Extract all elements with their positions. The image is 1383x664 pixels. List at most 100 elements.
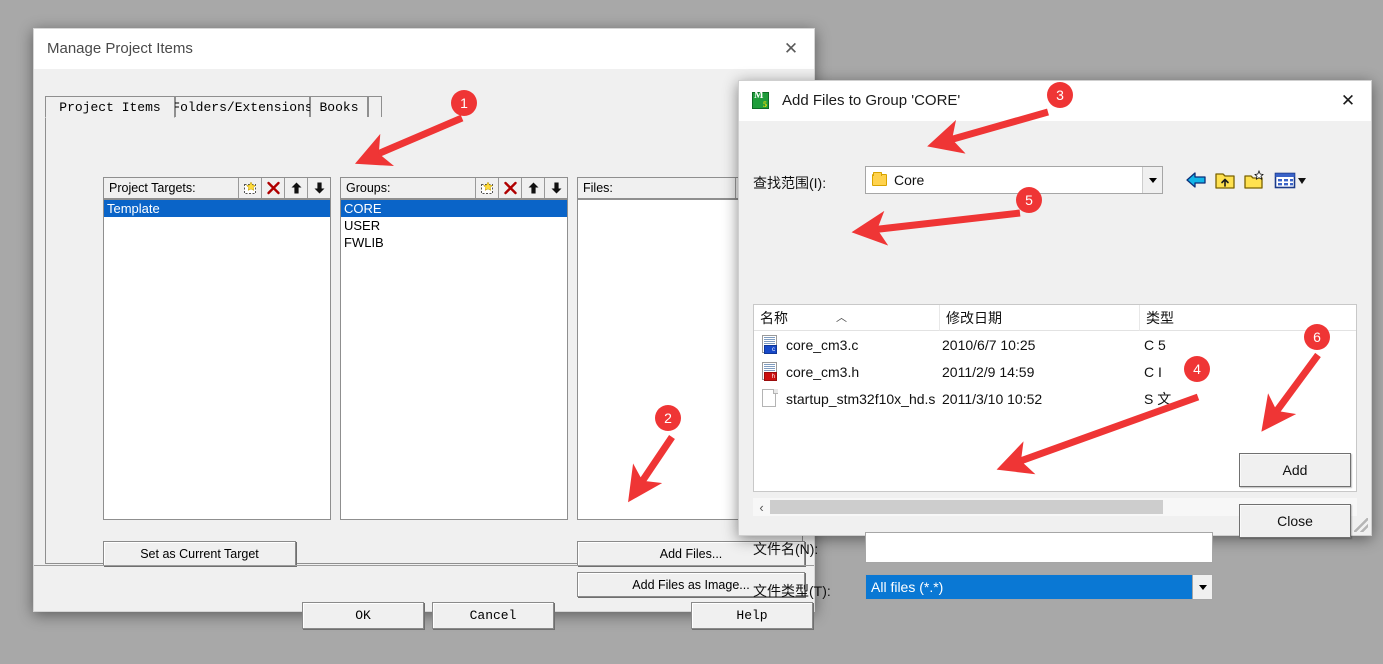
manage-dialog-titlebar: Manage Project Items ✕ [34, 29, 814, 69]
tab-folders-extensions-label: Folders/Extensions [172, 100, 313, 115]
project-targets-header: Project Targets: [103, 177, 331, 199]
file-date-cell: 2011/3/10 10:52 [942, 390, 1043, 407]
set-as-current-target-button[interactable]: Set as Current Target [103, 541, 296, 566]
look-in-value-wrap: Core [866, 172, 1142, 188]
new-item-icon[interactable] [238, 178, 261, 198]
project-targets-listbox[interactable]: Template [103, 199, 331, 520]
list-item[interactable]: Template [104, 200, 330, 217]
tab-filler [368, 96, 382, 118]
file-type-cell: S 文 [1144, 390, 1172, 407]
tab-books[interactable]: Books [310, 96, 368, 118]
annotation-marker-2: 2 [655, 405, 681, 431]
chevron-up-icon: ︿ [836, 312, 847, 324]
hscroll-thumb[interactable] [770, 500, 1164, 514]
column-header-name-label: 名称 [760, 310, 788, 326]
file-date-cell: 2010/6/7 10:25 [942, 336, 1036, 353]
file-name-label: 文件名(N): [753, 541, 819, 557]
column-header-type-label: 类型 [1146, 310, 1174, 326]
cancel-label: Cancel [469, 608, 517, 623]
manage-dialog-tabs: Project Items Folders/Extensions Books [45, 96, 803, 118]
file-type-combo[interactable]: All files (*.*) [865, 574, 1213, 600]
back-arrow-icon[interactable] [1185, 169, 1207, 191]
add-button[interactable]: Add [1239, 453, 1351, 487]
tab-project-items-label: Project Items [59, 99, 161, 115]
file-type-label: 文件类型(T): [753, 583, 831, 599]
chevron-left-icon[interactable]: ‹ [753, 500, 770, 515]
generic-file-icon [762, 389, 778, 408]
file-list-header: 名称 ︿ 修改日期 类型 [754, 305, 1356, 331]
resize-grip[interactable] [1354, 518, 1368, 532]
chevron-down-icon[interactable] [1192, 575, 1212, 599]
column-header-date[interactable]: 修改日期 [940, 305, 1140, 331]
cancel-button[interactable]: Cancel [432, 602, 554, 629]
table-row[interactable]: c core_cm3.c 2010/6/7 10:25 C 5 [754, 331, 1356, 358]
file-type-cell: C I [1144, 363, 1162, 380]
groups-label: Groups: [346, 181, 391, 195]
add-files-as-image-label: Add Files as Image... [632, 577, 750, 592]
groups-header: Groups: [340, 177, 568, 199]
tab-project-items[interactable]: Project Items [45, 96, 175, 118]
look-in-value: Core [894, 172, 925, 188]
project-items-panel: Project Targets: Template Groups: CORE U… [45, 117, 805, 597]
help-button[interactable]: Help [691, 602, 813, 629]
add-button-label: Add [1282, 462, 1308, 478]
list-item[interactable]: USER [341, 217, 567, 234]
file-name-cell: c core_cm3.c [762, 335, 858, 354]
file-name-text: core_cm3.c [786, 336, 859, 353]
table-row[interactable]: startup_stm32f10x_hd.s 2011/3/10 10:52 S… [754, 385, 1356, 412]
manage-dialog-title: Manage Project Items [47, 40, 193, 57]
manage-project-items-dialog: Manage Project Items ✕ Project Items Fol… [33, 28, 815, 629]
groups-listbox[interactable]: CORE USER FWLIB [340, 199, 568, 520]
ok-label: OK [355, 608, 371, 623]
c-header-file-icon: h [762, 362, 778, 381]
new-item-icon[interactable] [475, 178, 498, 198]
close-icon[interactable]: ✕ [768, 29, 814, 69]
move-up-icon[interactable] [521, 178, 544, 198]
keil-uvision-icon [752, 90, 769, 109]
ok-button[interactable]: OK [302, 602, 424, 629]
project-targets-label: Project Targets: [109, 181, 196, 195]
up-one-level-icon[interactable] [1214, 169, 1236, 191]
tab-folders-extensions[interactable]: Folders/Extensions [172, 96, 313, 118]
file-date-cell: 2011/2/9 14:59 [942, 363, 1035, 380]
folder-icon [872, 172, 887, 186]
tab-books-label: Books [319, 100, 359, 115]
annotation-marker-1: 1 [451, 90, 477, 116]
delete-icon[interactable] [498, 178, 521, 198]
move-up-icon[interactable] [284, 178, 307, 198]
file-name-text: core_cm3.h [786, 363, 860, 380]
close-icon[interactable]: ✕ [1325, 81, 1371, 121]
files-label: Files: [583, 181, 613, 195]
annotation-marker-5: 5 [1016, 187, 1042, 213]
views-icon[interactable] [1274, 169, 1308, 191]
set-as-current-target-label: Set as Current Target [140, 546, 259, 561]
column-header-name[interactable]: 名称 ︿ [754, 305, 940, 331]
new-folder-icon[interactable] [1243, 169, 1265, 191]
file-name-input[interactable] [865, 532, 1213, 563]
file-type-cell: C 5 [1144, 336, 1166, 353]
close-button-label: Close [1277, 513, 1313, 529]
annotation-marker-6: 6 [1304, 324, 1330, 350]
add-files-title: Add Files to Group 'CORE' [782, 92, 961, 109]
list-item[interactable]: FWLIB [341, 234, 567, 251]
chevron-down-icon[interactable] [1142, 167, 1162, 193]
annotation-marker-3: 3 [1047, 82, 1073, 108]
delete-icon[interactable] [261, 178, 284, 198]
file-type-value: All files (*.*) [871, 579, 944, 595]
move-down-icon[interactable] [544, 178, 567, 198]
list-item[interactable]: CORE [341, 200, 567, 217]
look-in-combo[interactable]: Core [865, 166, 1163, 194]
help-label: Help [736, 608, 768, 623]
footer-divider [34, 565, 814, 566]
close-button[interactable]: Close [1239, 504, 1351, 538]
file-name-cell: h core_cm3.h [762, 362, 859, 381]
column-header-date-label: 修改日期 [946, 310, 1002, 326]
file-name-cell: startup_stm32f10x_hd.s [762, 389, 935, 408]
c-source-file-icon: c [762, 335, 778, 354]
add-files-label: Add Files... [659, 546, 723, 561]
table-row[interactable]: h core_cm3.h 2011/2/9 14:59 C I [754, 358, 1356, 385]
annotation-marker-4: 4 [1184, 356, 1210, 382]
add-files-dialog: Add Files to Group 'CORE' ✕ 查找范围(I): Cor… [738, 80, 1372, 600]
look-in-label: 查找范围(I): [753, 175, 827, 191]
move-down-icon[interactable] [307, 178, 330, 198]
